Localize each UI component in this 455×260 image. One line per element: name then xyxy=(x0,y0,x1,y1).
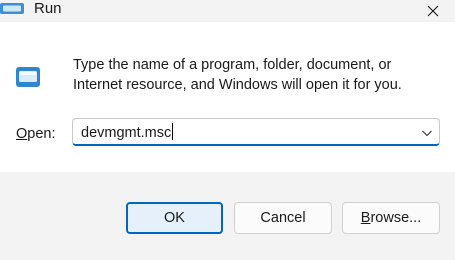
window-title: Run xyxy=(34,0,62,17)
browse-label-rest: rowse... xyxy=(370,210,422,226)
open-label-mnemonic: O xyxy=(16,126,28,142)
run-icon xyxy=(0,2,26,16)
open-input-value: devmgmt.msc xyxy=(81,125,172,141)
close-icon xyxy=(427,5,439,17)
dialog-content: Type the name of a program, folder, docu… xyxy=(0,22,455,172)
ok-button-label: OK xyxy=(164,210,185,226)
run-program-icon xyxy=(14,62,50,92)
browse-mnemonic: B xyxy=(360,210,371,226)
ok-button[interactable]: OK xyxy=(126,202,223,234)
instructions-line-1: Type the name of a program, folder, docu… xyxy=(73,57,392,73)
text-caret xyxy=(172,123,174,140)
title-bar: Run xyxy=(0,0,455,22)
instructions-line-2: Internet resource, and Windows will open… xyxy=(73,77,402,93)
cancel-button-label: Cancel xyxy=(260,210,306,226)
open-combobox[interactable]: devmgmt.msc xyxy=(72,118,440,146)
dialog-footer: OK Cancel Browse... xyxy=(0,172,455,260)
open-label: Open: xyxy=(16,124,56,144)
browse-button-label: Browse... xyxy=(361,210,421,226)
open-label-text: pen: xyxy=(27,126,56,142)
cancel-button[interactable]: Cancel xyxy=(234,202,332,234)
chevron-down-icon[interactable] xyxy=(421,126,433,138)
close-button[interactable] xyxy=(411,0,455,22)
run-dialog: Run Type the name of a program, folder, … xyxy=(0,0,455,260)
open-input[interactable]: devmgmt.msc xyxy=(81,123,174,143)
browse-button[interactable]: Browse... xyxy=(342,202,440,234)
instructions-text: Type the name of a program, folder, docu… xyxy=(73,55,443,95)
